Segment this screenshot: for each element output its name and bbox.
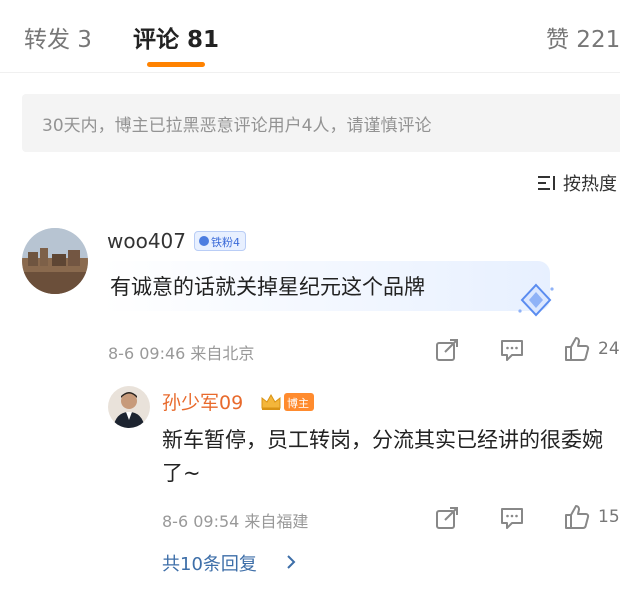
blocked-users-notice: 30天内，博主已拉黑恶意评论用户4人，请谨慎评论	[22, 94, 620, 152]
reply-meta: 8-6 09:54 来自福建	[162, 512, 309, 531]
author-badge: 博主	[284, 393, 314, 411]
reply-like-count: 15	[598, 507, 620, 527]
avatar[interactable]	[108, 386, 150, 428]
sort-label: 按热度	[563, 174, 617, 195]
sort-lines-icon	[538, 176, 555, 190]
reply-username[interactable]: 孙少军09	[162, 388, 243, 415]
comment-username[interactable]: woo407	[107, 229, 186, 253]
author-badge-label: 博主	[287, 397, 309, 410]
diamond-icon	[199, 236, 209, 246]
avatar[interactable]	[22, 228, 88, 294]
fan-badge: 铁粉4	[194, 231, 246, 251]
reply-icon[interactable]	[499, 505, 525, 531]
active-tab-indicator	[147, 62, 205, 67]
reply-icon[interactable]	[499, 337, 525, 363]
comment-like-count: 24	[598, 339, 620, 359]
crown-icon	[261, 393, 281, 410]
tab-likes[interactable]: 赞 221	[546, 20, 620, 54]
comment-text: 有诚意的话就关掉星纪元这个品牌	[110, 275, 425, 299]
view-more-replies-link[interactable]: 共10条回复	[162, 550, 257, 576]
notice-text: 30天内，博主已拉黑恶意评论用户4人，请谨慎评论	[42, 116, 432, 136]
reply-text: 新车暂停，员工转岗，分流其实已经讲的很委婉了~	[162, 428, 603, 485]
share-icon[interactable]	[434, 337, 460, 363]
diamond-icon	[518, 283, 554, 317]
tab-bar: 转发 3 评论 81 赞 221	[0, 0, 620, 72]
fan-badge-label: 铁粉4	[211, 236, 240, 249]
tab-comments[interactable]: 评论 81	[133, 20, 219, 54]
like-icon[interactable]	[563, 503, 591, 531]
comment-meta: 8-6 09:46 来自北京	[108, 344, 255, 363]
like-icon[interactable]	[563, 335, 591, 363]
chevron-right-icon	[287, 555, 296, 569]
share-icon[interactable]	[434, 505, 460, 531]
comment-bubble: 有诚意的话就关掉星纪元这个品牌	[102, 261, 550, 311]
divider	[0, 72, 620, 73]
tab-repost[interactable]: 转发 3	[24, 20, 92, 54]
